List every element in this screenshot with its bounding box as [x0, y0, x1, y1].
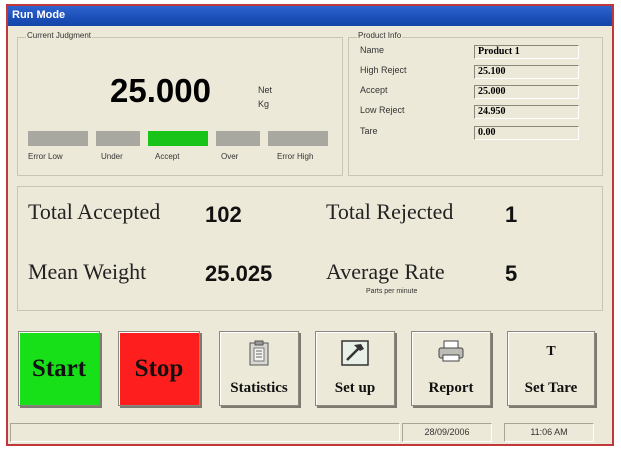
segment-label: Over — [221, 152, 239, 161]
current-judgment-group: Current Judgment 25.000 Net Kg Error Low… — [17, 31, 343, 176]
high-reject-value: 25.100 — [474, 65, 579, 79]
statistics-button-label: Statistics — [230, 380, 288, 396]
status-bar: 28/09/2006 11:06 AM — [8, 420, 612, 444]
product-info-title: Product Info — [357, 31, 403, 40]
segment-label: Error High — [277, 152, 314, 161]
start-button-label: Start — [31, 354, 87, 382]
segment-error-low — [28, 131, 88, 146]
mean-weight-value: 25.025 — [205, 261, 273, 286]
average-rate-value: 5 — [505, 261, 518, 286]
segment-label: Error Low — [28, 152, 63, 161]
segment-error-high — [268, 131, 328, 146]
window-title: Run Mode — [12, 9, 66, 21]
segment-label: Under — [101, 152, 123, 161]
segment-under — [96, 131, 140, 146]
product-field-label: Accept — [360, 85, 388, 95]
start-button[interactable]: Start — [18, 331, 100, 406]
report-button[interactable]: Report — [411, 331, 491, 406]
current-judgment-title: Current Judgment — [26, 31, 93, 40]
low-reject-value: 24.950 — [474, 105, 579, 119]
mean-weight-label: Mean Weight — [28, 259, 147, 284]
accept-value: 25.000 — [474, 85, 579, 99]
weight-unit-net: Net — [258, 85, 273, 95]
printer-icon — [438, 340, 464, 367]
total-rejected-label: Total Rejected — [326, 199, 454, 224]
weight-unit-kg: Kg — [258, 99, 270, 109]
clipboard-icon — [248, 340, 270, 371]
total-rejected-value: 1 — [505, 202, 518, 227]
report-button-label: Report — [428, 380, 474, 396]
client-area: Current Judgment 25.000 Net Kg Error Low… — [8, 26, 612, 444]
segment-label: Accept — [155, 152, 180, 161]
average-rate-unit: Parts per minute — [366, 288, 418, 295]
product-name-value: Product 1 — [474, 45, 579, 59]
average-rate-label: Average Rate — [326, 259, 445, 284]
setup-button[interactable]: Set up — [315, 331, 395, 406]
run-mode-window: Run Mode Current Judgment 25.000 Net Kg … — [6, 4, 614, 446]
product-field-label: Tare — [360, 126, 378, 136]
tare-t-icon: T — [546, 344, 556, 359]
total-accepted-value: 102 — [205, 202, 242, 227]
stop-button[interactable]: Stop — [118, 331, 200, 406]
weight-readout: 25.000 — [110, 72, 211, 109]
hammer-icon — [341, 340, 369, 371]
segment-accept — [148, 131, 208, 146]
tare-value: 0.00 — [474, 126, 579, 140]
product-field-label: Name — [360, 45, 385, 55]
status-date: 28/09/2006 — [402, 423, 492, 442]
product-field-label: Low Reject — [360, 105, 405, 115]
set-tare-button-label: Set Tare — [524, 380, 578, 396]
title-bar[interactable]: Run Mode — [8, 6, 612, 26]
statistics-button[interactable]: Statistics — [219, 331, 299, 406]
segment-over — [216, 131, 260, 146]
total-accepted-label: Total Accepted — [28, 199, 161, 224]
product-field-label: High Reject — [360, 65, 407, 75]
product-info-group: Product Info Name Product 1 High Reject … — [348, 31, 603, 176]
set-tare-button[interactable]: T Set Tare — [507, 331, 595, 406]
statistics-panel: Total Accepted 102 Total Rejected 1 Mean… — [17, 186, 603, 311]
stop-button-label: Stop — [134, 354, 184, 382]
status-message-pane — [10, 423, 400, 442]
setup-button-label: Set up — [334, 380, 376, 396]
status-time: 11:06 AM — [504, 423, 594, 442]
